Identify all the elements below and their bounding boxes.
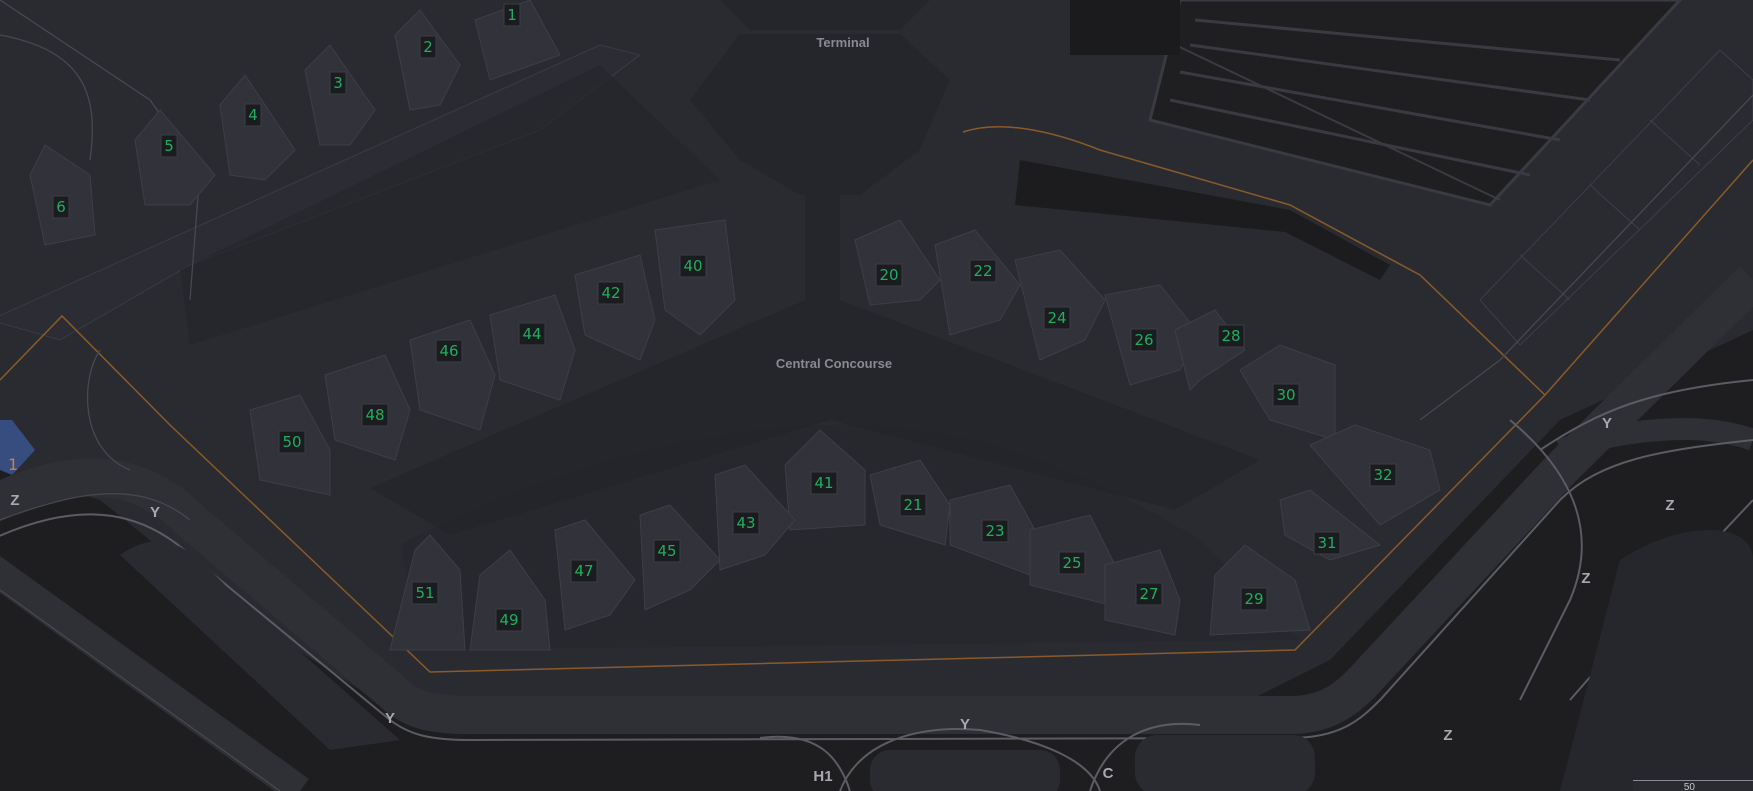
gate-number: 43 <box>736 514 755 532</box>
gate-42[interactable]: 42 <box>597 281 625 305</box>
gate-41[interactable]: 41 <box>810 471 838 495</box>
gate-47[interactable]: 47 <box>570 559 598 583</box>
map-canvas[interactable]: 1 12345640424446485020 222426 283032414345… <box>0 0 1753 791</box>
gate-number: 1 <box>507 6 517 24</box>
gate-number: 47 <box>574 562 593 580</box>
gate-26[interactable]: 26 <box>1130 328 1158 352</box>
gate-number: 48 <box>365 406 384 424</box>
gate-50[interactable]: 50 <box>278 430 306 454</box>
gate-number: 32 <box>1373 466 1392 484</box>
gate-49[interactable]: 49 <box>495 608 523 632</box>
selected-marker-label: 1 <box>8 455 18 474</box>
gate-number: 22 <box>973 262 992 280</box>
taxiway-label-z: Z <box>1665 497 1674 514</box>
gate-30[interactable]: 30 <box>1272 383 1300 407</box>
gate-number: 40 <box>683 257 702 275</box>
gate-number: 2 <box>423 38 433 56</box>
gate-number: 49 <box>499 611 518 629</box>
taxiway-label-y: Y <box>960 716 970 733</box>
gate-number: 26 <box>1134 331 1153 349</box>
gate-number: 23 <box>985 522 1004 540</box>
gate-number: 31 <box>1317 534 1336 552</box>
gate-22[interactable]: 22 <box>969 259 997 283</box>
gate-4[interactable]: 4 <box>244 103 262 127</box>
taxiway-label-z: Z <box>10 492 19 509</box>
gate-44[interactable]: 44 <box>518 322 546 346</box>
gate-number: 21 <box>903 496 922 514</box>
gate-number: 4 <box>248 106 258 124</box>
gate-6[interactable]: 6 <box>52 195 70 219</box>
terminal-top <box>720 0 930 30</box>
taxiway-label-h1: H1 <box>813 768 832 785</box>
taxiway-label-y: Y <box>150 504 160 521</box>
gate-number: 24 <box>1047 309 1066 327</box>
building-block <box>1070 0 1180 55</box>
gate-number: 46 <box>439 342 458 360</box>
gate-20[interactable]: 20 <box>875 263 903 287</box>
gate-28[interactable]: 28 <box>1217 324 1245 348</box>
gate-number: 6 <box>56 198 66 216</box>
gate-number: 29 <box>1244 590 1263 608</box>
gate-number: 41 <box>814 474 833 492</box>
gate-31[interactable]: 31 <box>1313 531 1341 555</box>
gate-40[interactable]: 40 <box>679 254 707 278</box>
area-label-central-concourse: Central Concourse <box>776 356 892 371</box>
gate-number: 3 <box>333 74 343 92</box>
area-label-terminal: Terminal <box>816 35 869 50</box>
gate-43[interactable]: 43 <box>732 511 760 535</box>
gate-23[interactable]: 23 <box>981 519 1009 543</box>
scale-bar-label: 50 <box>1683 782 1695 791</box>
gate-1[interactable]: 1 <box>503 3 521 27</box>
gate-number: 27 <box>1139 585 1158 603</box>
gate-2[interactable]: 2 <box>419 35 437 59</box>
gate-number: 25 <box>1062 554 1081 572</box>
taxiway-label-c: C <box>1103 765 1114 782</box>
gate-24[interactable]: 24 <box>1043 306 1071 330</box>
gate-25[interactable]: 25 <box>1058 551 1086 575</box>
gate-45[interactable]: 45 <box>653 539 681 563</box>
gate-number: 28 <box>1221 327 1240 345</box>
gate-number: 20 <box>879 266 898 284</box>
scale-bar: 50 <box>1633 780 1753 791</box>
taxiway-label-y: Y <box>385 710 395 727</box>
gate-number: 30 <box>1276 386 1295 404</box>
gate-number: 50 <box>282 433 301 451</box>
gate-27[interactable]: 27 <box>1135 582 1163 606</box>
airport-map[interactable]: 1 1 2 3 4 5 6 40 42 44 46 48 50 20 22 24 26 28 30 32 41 43 45… <box>0 0 1753 791</box>
gate-5[interactable]: 5 <box>160 134 178 158</box>
gate-21[interactable]: 21 <box>899 493 927 517</box>
gate-29[interactable]: 29 <box>1240 587 1268 611</box>
taxiway-label-z: Z <box>1581 570 1590 587</box>
gate-number: 45 <box>657 542 676 560</box>
gate-51[interactable]: 51 <box>411 581 439 605</box>
connector-corridor <box>805 190 840 305</box>
taxiway-label-z: Z <box>1443 727 1452 744</box>
gate-48[interactable]: 48 <box>361 403 389 427</box>
gate-number: 44 <box>522 325 541 343</box>
gate-3[interactable]: 3 <box>329 71 347 95</box>
gate-46[interactable]: 46 <box>435 339 463 363</box>
gate-number: 5 <box>164 137 174 155</box>
gate-number: 51 <box>415 584 434 602</box>
gate-32[interactable]: 32 <box>1369 463 1397 487</box>
gate-number: 42 <box>601 284 620 302</box>
taxiway-label-y: Y <box>1602 415 1612 432</box>
